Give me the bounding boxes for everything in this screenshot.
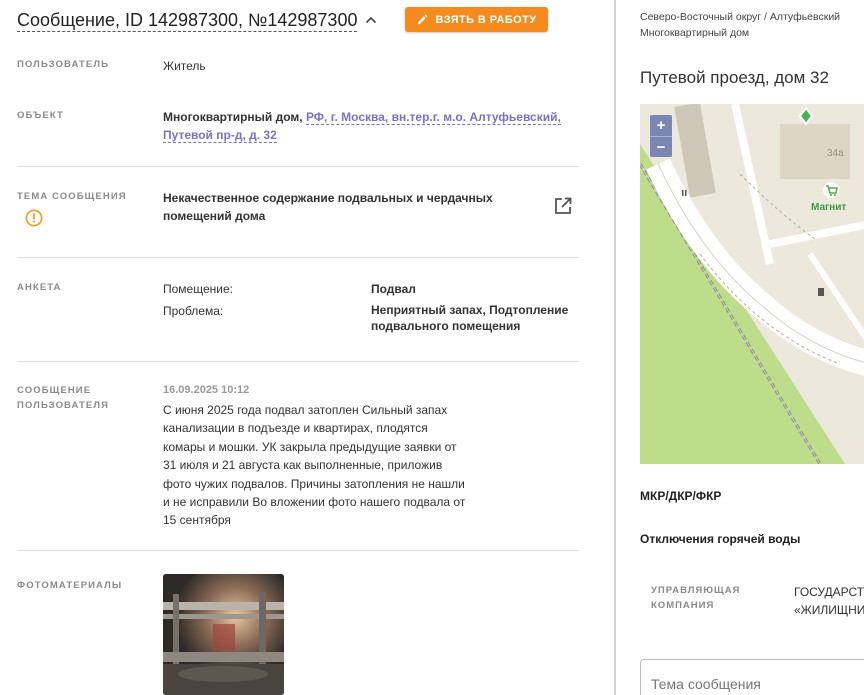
hot-water-outages-title[interactable]: Отключения горячей воды (640, 532, 800, 546)
managing-company-value-line-1: ГОСУДАРСТ (794, 585, 864, 599)
message-title[interactable]: Сообщение, ID 142987300, №142987300 (17, 9, 358, 32)
topic-line-2: помещений дома (163, 209, 266, 223)
mkr-dkr-fkr-section-title[interactable]: МКР/ДКР/ФКР (640, 489, 721, 503)
managing-company-label-line-1: УПРАВЛЯЮЩАЯ (651, 585, 741, 596)
chevron-up-icon[interactable] (363, 12, 379, 28)
divider (17, 361, 579, 362)
survey-value-problem: Неприятный запах, Подтопление подвальног… (371, 302, 568, 334)
user-message-label-line-1: СООБЩЕНИЕ (17, 385, 92, 396)
survey-label: АНКЕТА (17, 282, 62, 293)
object-value: Многоквартирный дом, РФ, г. Москва, вн.т… (163, 108, 573, 144)
managing-company-value-line-2: «ЖИЛИЩНИ (794, 603, 864, 617)
message-details-panel: Сообщение, ID 142987300, №142987300 ВЗЯТ… (0, 0, 614, 695)
message-text: С июня 2025 года подвал затоплен Сильный… (163, 403, 466, 528)
map-building-label: 34а (827, 148, 844, 159)
divider (17, 166, 579, 167)
object-type: Многоквартирный дом, (163, 110, 306, 124)
user-value: Житель (163, 59, 206, 73)
object-label: ОБЪЕКТ (17, 110, 64, 121)
managing-company-label-line-2: КОМПАНИЯ (651, 600, 715, 611)
survey-key-problem: Проблема: (163, 304, 224, 318)
zoom-in-button[interactable]: + (650, 115, 672, 136)
message-header[interactable]: Сообщение, ID 142987300, №142987300 (17, 6, 379, 34)
warning-icon (25, 209, 43, 227)
user-message-label: СООБЩЕНИЕ ПОЛЬЗОВАТЕЛЯ (17, 383, 109, 413)
divider (17, 550, 579, 551)
photos-label: ФОТОМАТЕРИАЛЫ (17, 580, 123, 591)
breadcrumb: Северо-Восточный округ / Алтуфьевский Мн… (640, 9, 864, 41)
message-date: 16.09.2025 10:12 (163, 384, 250, 396)
topic-value: Некачественное содержание подвальных и ч… (163, 189, 523, 225)
survey-key-room: Помещение: (163, 282, 233, 296)
topic-label: ТЕМА СООБЩЕНИЯ (17, 191, 127, 202)
pencil-icon (417, 14, 427, 25)
survey-problem-line-2: подвального помещения (371, 319, 521, 333)
divider (17, 257, 579, 258)
zoom-controls: + − (650, 115, 672, 157)
managing-company-value: ГОСУДАРСТ «ЖИЛИЩНИ (794, 583, 864, 619)
survey-problem-line-1: Неприятный запах, Подтопление (371, 303, 569, 317)
survey-value-room: Подвал (371, 282, 416, 296)
open-external-icon[interactable] (553, 196, 573, 216)
object-info-panel: Северо-Восточный округ / Алтуфьевский Мн… (616, 0, 864, 695)
user-message-label-line-2: ПОЛЬЗОВАТЕЛЯ (17, 400, 110, 411)
object-address-link-line2[interactable]: Путевой пр-д, д. 32 (163, 128, 277, 143)
user-label: ПОЛЬЗОВАТЕЛЬ (17, 59, 110, 70)
object-address-link[interactable]: РФ, г. Москва, вн.тер.г. м.о. Алтуфьевск… (305, 110, 561, 125)
topic-line-1: Некачественное содержание подвальных и ч… (163, 191, 493, 205)
zoom-out-button[interactable]: − (650, 136, 672, 157)
map-shop-label: Магнит (811, 202, 847, 213)
object-address-title: Путевой проезд, дом 32 (640, 68, 829, 87)
photo-thumbnail[interactable] (163, 574, 284, 695)
basement-photo-image (163, 574, 284, 695)
managing-company-label: УПРАВЛЯЮЩАЯ КОМПАНИЯ (651, 583, 740, 613)
take-to-work-label: ВЗЯТЬ В РАБОТУ (435, 13, 537, 26)
message-topic-input[interactable] (640, 659, 864, 695)
map[interactable]: 34а Магнит + − (640, 104, 864, 464)
breadcrumb-line-1[interactable]: Северо-Восточный округ / Алтуфьевский (640, 11, 840, 23)
take-to-work-button[interactable]: ВЗЯТЬ В РАБОТУ (405, 7, 548, 32)
breadcrumb-line-2[interactable]: Многоквартирный дом (640, 27, 749, 39)
